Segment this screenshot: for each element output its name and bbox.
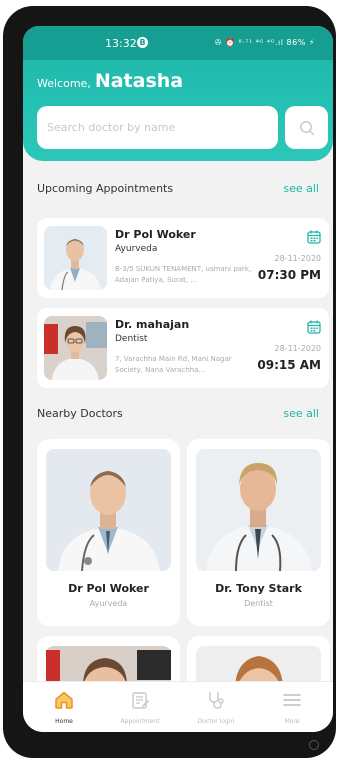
status-time: 13:32 bbox=[105, 37, 137, 50]
nav-label-doctor-login: Doctor login bbox=[197, 718, 235, 725]
appointment-card[interactable]: Dr. mahajan Dentist 7, Varachha Main Rd,… bbox=[37, 308, 329, 388]
doctor-speciality: Dentist bbox=[244, 599, 273, 608]
welcome-text: Welcome, Natasha bbox=[37, 70, 183, 92]
doctor-photo bbox=[44, 226, 107, 290]
nav-label-appointment: Appointment bbox=[120, 718, 160, 725]
appointment-speciality: Ayurveda bbox=[115, 244, 158, 254]
calendar-icon bbox=[307, 320, 321, 334]
doctor-name: Dr. Tony Stark bbox=[215, 582, 302, 595]
appointment-date: 28-11-2020 bbox=[274, 254, 322, 263]
phone-frame: 13:32 B ✇ ⏰ ⁸·⁷¹ ⁴ᴳ ⁴ᴳ.ıl 86% ⚡ Welcome,… bbox=[3, 6, 336, 758]
nav-label-more: More bbox=[284, 718, 300, 725]
appointment-address: 7, Varachha Main Rd, Mani Nagar Society,… bbox=[115, 355, 232, 374]
appointment-time: 09:15 AM bbox=[257, 358, 321, 372]
appointment-speciality: Dentist bbox=[115, 334, 148, 344]
nav-label-home: Home bbox=[55, 718, 73, 725]
nav-item-more[interactable]: More bbox=[257, 682, 327, 732]
nav-item-doctor-login[interactable]: Doctor login bbox=[181, 682, 251, 732]
search-icon bbox=[299, 120, 314, 135]
calendar-icon bbox=[307, 230, 321, 244]
user-name: Natasha bbox=[94, 70, 184, 92]
home-icon bbox=[55, 691, 73, 709]
appointment-doctor-name: Dr. mahajan bbox=[115, 318, 190, 331]
search-button[interactable] bbox=[285, 106, 328, 149]
nav-item-appointment[interactable]: Appointment bbox=[105, 682, 175, 732]
welcome-label: Welcome, bbox=[37, 77, 91, 90]
appointment-date: 28-11-2020 bbox=[274, 344, 322, 353]
status-bar: 13:32 B ✇ ⏰ ⁸·⁷¹ ⁴ᴳ ⁴ᴳ.ıl 86% ⚡ bbox=[23, 26, 333, 60]
doctor-photo bbox=[196, 449, 321, 571]
header: 13:32 B ✇ ⏰ ⁸·⁷¹ ⁴ᴳ ⁴ᴳ.ıl 86% ⚡ Welcome,… bbox=[23, 26, 333, 161]
appointment-card[interactable]: Dr Pol Woker Ayurveda B-3/5 SUKUN TENAME… bbox=[37, 218, 329, 298]
appointment-time: 07:30 PM bbox=[257, 268, 321, 282]
status-icons: ✇ ⏰ ⁸·⁷¹ ⁴ᴳ ⁴ᴳ.ıl 86% ⚡ bbox=[214, 38, 315, 47]
appointment-icon bbox=[132, 692, 149, 709]
doctor-name: Dr Pol Woker bbox=[68, 582, 149, 595]
nearby-doctors-title: Nearby Doctors bbox=[37, 407, 123, 420]
app-screen: 13:32 B ✇ ⏰ ⁸·⁷¹ ⁴ᴳ ⁴ᴳ.ıl 86% ⚡ Welcome,… bbox=[23, 26, 333, 732]
appointment-doctor-name: Dr Pol Woker bbox=[115, 228, 196, 241]
appointments-see-all-link[interactable]: see all bbox=[283, 182, 319, 195]
nearby-see-all-link[interactable]: see all bbox=[283, 407, 319, 420]
doctor-photo bbox=[44, 316, 107, 380]
nav-item-home[interactable]: Home bbox=[29, 682, 99, 732]
appointment-address: B-3/5 SUKUN TENAMENT, usmani park, Adaja… bbox=[115, 265, 252, 284]
camera-dot bbox=[309, 740, 319, 750]
doctor-speciality: Ayurveda bbox=[89, 599, 128, 608]
search-input[interactable] bbox=[37, 106, 278, 149]
doctor-card[interactable]: Dr. Tony Stark Dentist bbox=[187, 439, 330, 626]
menu-icon bbox=[283, 694, 301, 706]
doctor-card[interactable]: Dr Pol Woker Ayurveda bbox=[37, 439, 180, 626]
doctor-photo bbox=[46, 449, 171, 571]
status-notification-icon: B bbox=[137, 37, 148, 48]
appointments-title: Upcoming Appointments bbox=[37, 182, 174, 195]
bottom-navigation: Home Appointment Doctor login More bbox=[23, 681, 333, 732]
stethoscope-icon bbox=[209, 692, 224, 709]
